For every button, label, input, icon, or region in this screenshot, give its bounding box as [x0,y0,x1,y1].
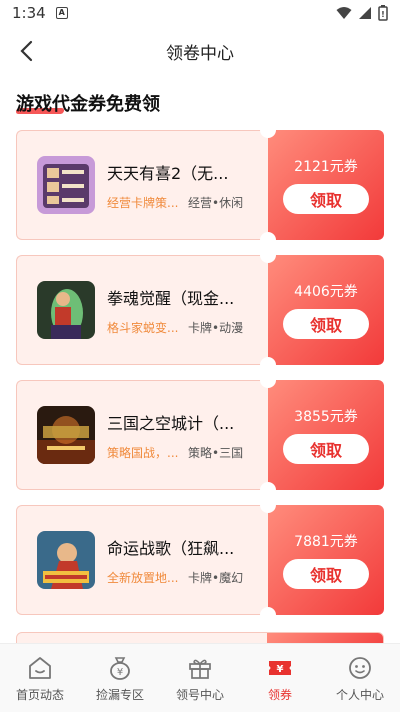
game-tags: 卡牌•魔幻 [188,570,244,585]
status-icons: ! [336,5,388,21]
game-description: 全新放置地... [107,570,179,585]
tab-bargain[interactable]: ¥ 捡漏专区 [80,644,160,712]
tab-label: 首页动态 [15,687,64,702]
coupon-amount: 4406元券 [294,284,358,300]
wifi-icon [336,7,352,19]
coupon-claim-area: 2121元券 领取 [268,130,384,240]
tab-label: 捡漏专区 [95,687,144,702]
claim-button[interactable]: 领取 [283,559,369,589]
card-notch [260,247,276,263]
game-meta: 策略国战，... 策略•三国 [107,444,257,461]
game-name: 天天有喜2（无... [107,163,229,183]
coupon-game-info[interactable]: 三国之空城计（... 策略国战，... 策略•三国 [16,380,268,490]
battery-icon: ! [378,5,388,21]
game-name: 拳魂觉醒（现金... [107,288,235,308]
card-notch [260,497,276,513]
tab-label: 领号中心 [175,687,224,702]
game-info: 天天有喜2（无... 经营卡牌策... 经营•休闲 [107,160,257,211]
coupon-card[interactable]: 三国之空城计（... 策略国战，... 策略•三国 3855元券 领取 [16,372,384,498]
game-meta: 格斗家蜕变... 卡牌•动漫 [107,319,257,336]
coupon-list: 天天有喜2（无... 经营卡牌策... 经营•休闲 2121元券 领取 拳魂觉醒… [16,122,384,630]
game-name: 命运战歌（狂飙... [107,538,235,558]
page-title: 领卷中心 [166,43,234,64]
signal-icon [359,7,371,19]
claim-button[interactable]: 领取 [283,184,369,214]
game-icon-sanguo [37,406,95,464]
game-description: 格斗家蜕变... [107,320,179,335]
card-notch [260,122,276,138]
claim-button[interactable]: 领取 [283,309,369,339]
card-notch [260,482,276,498]
game-icon-mingyun [37,531,95,589]
profile-face-icon [346,654,374,682]
coupon-card[interactable]: 天天有喜2（无... 经营卡牌策... 经营•休闲 2121元券 领取 [16,122,384,248]
gift-icon [186,654,214,682]
tab-coupon[interactable]: ¥ 领券 [240,644,320,712]
coupon-amount: 7881元券 [294,534,358,550]
home-face-icon [26,654,54,682]
tab-gift-center[interactable]: 领号中心 [160,644,240,712]
game-tags: 经营•休闲 [188,195,244,210]
coupon-claim-area: 4406元券 领取 [268,255,384,365]
game-meta: 全新放置地... 卡牌•魔幻 [107,569,257,586]
nav-bar: 领卷中心 [0,26,400,76]
coupon-game-info[interactable]: 命运战歌（狂飙... 全新放置地... 卡牌•魔幻 [16,505,268,615]
card-notch [260,372,276,388]
status-time: 1:34 [12,4,46,22]
tab-profile[interactable]: 个人中心 [320,644,400,712]
tab-label: 领券 [267,687,292,702]
coupon-icon: ¥ [266,654,294,682]
coupon-claim-area: 3855元券 领取 [268,380,384,490]
game-info: 三国之空城计（... 策略国战，... 策略•三国 [107,410,257,461]
notification-badge: A [55,7,68,19]
game-tags: 策略•三国 [188,445,244,460]
game-description: 经营卡牌策... [107,195,179,210]
tab-home[interactable]: 首页动态 [0,644,80,712]
coupon-game-info[interactable]: 拳魂觉醒（现金... 格斗家蜕变... 卡牌•动漫 [16,255,268,365]
coupon-card[interactable]: 拳魂觉醒（现金... 格斗家蜕变... 卡牌•动漫 4406元券 领取 [16,247,384,373]
claim-button[interactable]: 领取 [283,434,369,464]
coupon-amount: 2121元券 [294,159,358,175]
card-notch [260,232,276,248]
svg-text:¥: ¥ [117,667,123,678]
svg-text:¥: ¥ [277,664,284,675]
card-notch [260,607,276,623]
chevron-left-icon [20,40,33,62]
game-tags: 卡牌•动漫 [188,320,244,335]
svg-text:!: ! [381,10,385,19]
game-name: 三国之空城计（... [107,413,235,433]
coupon-game-info[interactable]: 天天有喜2（无... 经营卡牌策... 经营•休闲 [16,130,268,240]
game-info: 拳魂觉醒（现金... 格斗家蜕变... 卡牌•动漫 [107,285,257,336]
tab-label: 个人中心 [335,687,384,702]
section-title: 游戏代金券免费领 [16,94,160,115]
coupon-amount: 3855元券 [294,409,358,425]
back-button[interactable] [14,39,38,63]
status-bar: 1:34 A ! [0,0,400,26]
game-icon-tiantian [37,156,95,214]
bottom-tab-bar: 首页动态 ¥ 捡漏专区 领号中心 ¥ 领券 个人中心 [0,643,400,712]
game-info: 命运战歌（狂飙... 全新放置地... 卡牌•魔幻 [107,535,257,586]
game-description: 策略国战，... [107,445,179,460]
money-bag-icon: ¥ [106,654,134,682]
card-notch [260,357,276,373]
game-meta: 经营卡牌策... 经营•休闲 [107,194,257,211]
coupon-card[interactable]: 命运战歌（狂飙... 全新放置地... 卡牌•魔幻 7881元券 领取 [16,497,384,623]
coupon-claim-area: 7881元券 领取 [268,505,384,615]
game-icon-quanhun [37,281,95,339]
